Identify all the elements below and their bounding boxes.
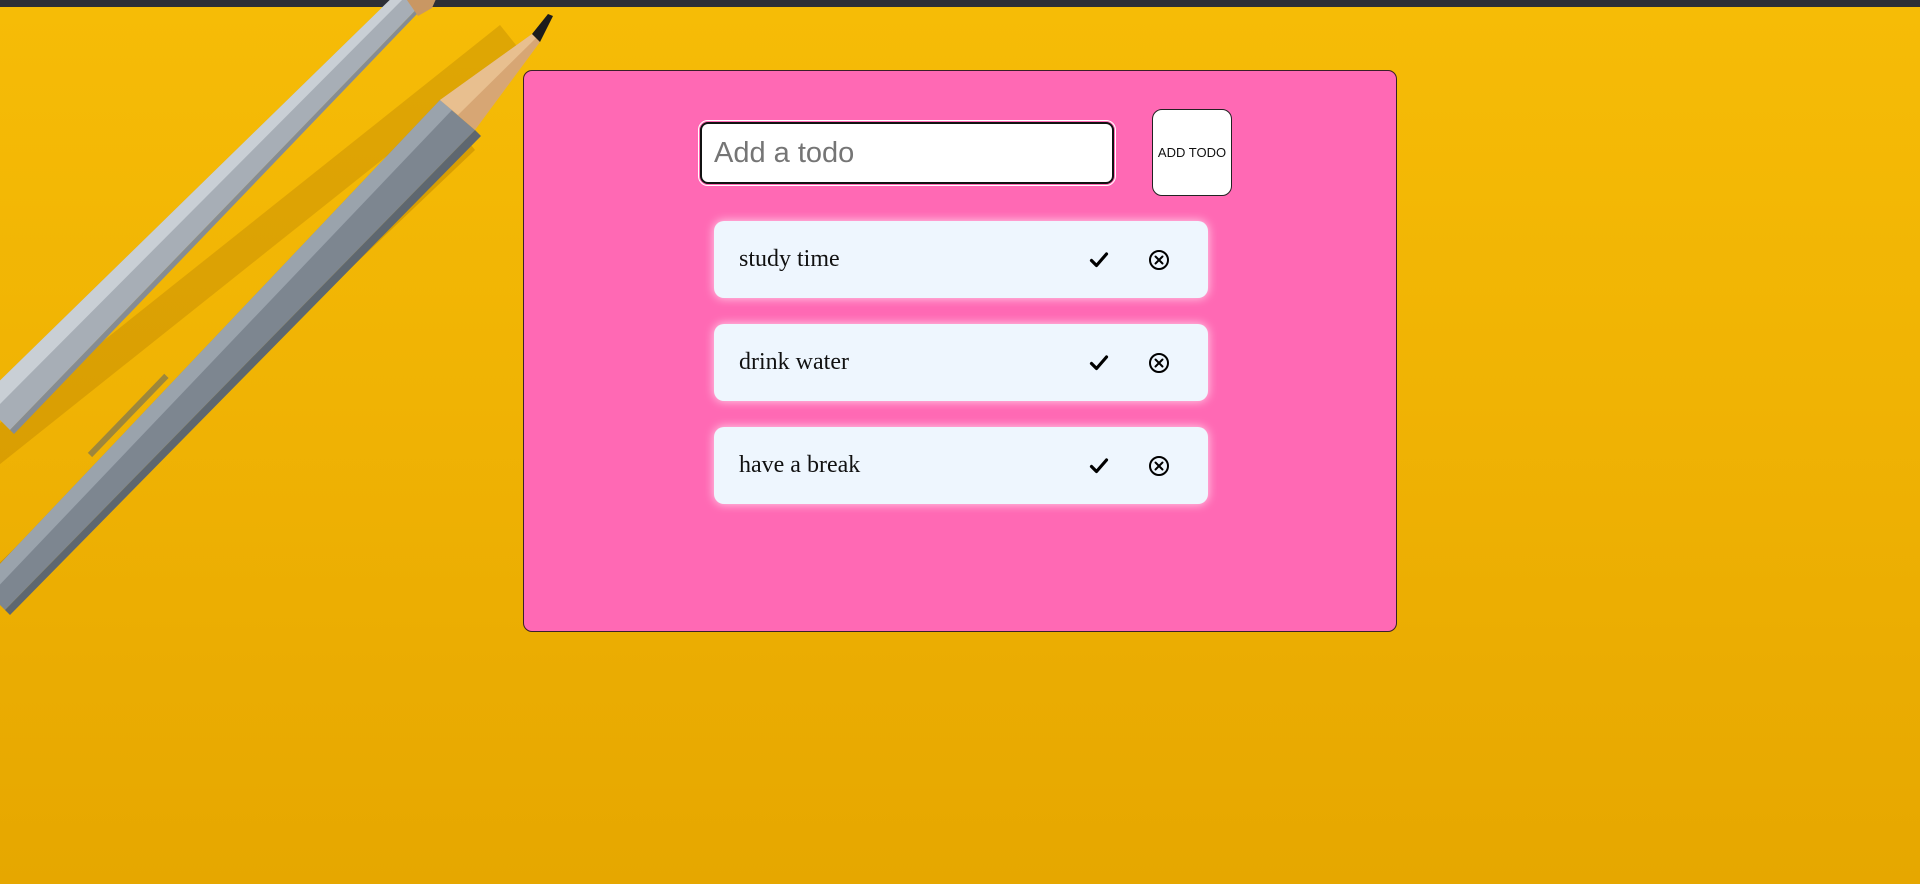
delete-button[interactable] [1147, 351, 1171, 375]
todo-item: drink water [714, 324, 1208, 401]
circle-x-icon [1149, 456, 1169, 476]
todo-card: ADD TODO study time drink water [523, 70, 1397, 632]
complete-button[interactable] [1087, 248, 1111, 272]
add-todo-button[interactable]: ADD TODO [1152, 109, 1232, 196]
todo-text: study time [739, 246, 840, 272]
todo-list: study time drink water have a break [714, 221, 1208, 530]
todo-item: have a break [714, 427, 1208, 504]
todo-text: drink water [739, 349, 849, 375]
check-icon [1089, 355, 1109, 371]
circle-x-icon [1149, 250, 1169, 270]
pencils-background-image [0, 0, 553, 615]
complete-button[interactable] [1087, 351, 1111, 375]
todo-input[interactable] [698, 120, 1116, 186]
delete-button[interactable] [1147, 454, 1171, 478]
todo-text: have a break [739, 452, 861, 478]
complete-button[interactable] [1087, 454, 1111, 478]
todo-item: study time [714, 221, 1208, 298]
check-icon [1089, 252, 1109, 268]
delete-button[interactable] [1147, 248, 1171, 272]
check-icon [1089, 458, 1109, 474]
circle-x-icon [1149, 353, 1169, 373]
